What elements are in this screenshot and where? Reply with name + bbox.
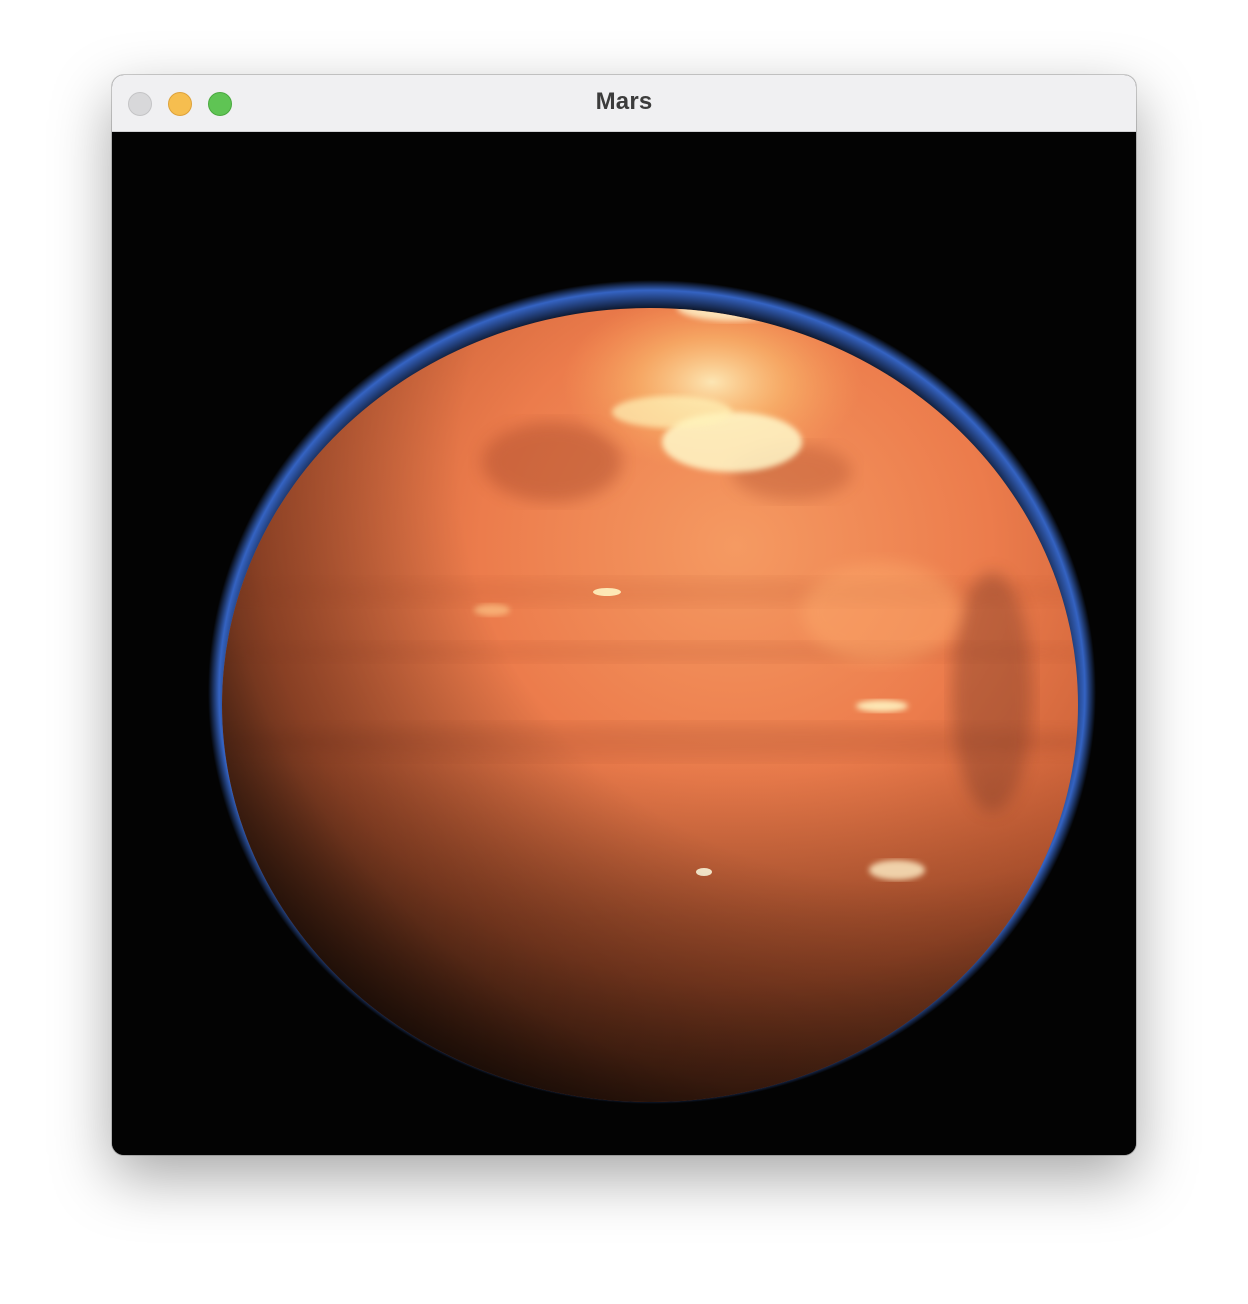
window-title: Mars <box>595 88 653 115</box>
mars-image <box>208 280 1096 1104</box>
app-window: Mars <box>112 75 1136 1155</box>
image-view <box>112 132 1136 1155</box>
title-bar[interactable]: Mars <box>112 75 1136 132</box>
